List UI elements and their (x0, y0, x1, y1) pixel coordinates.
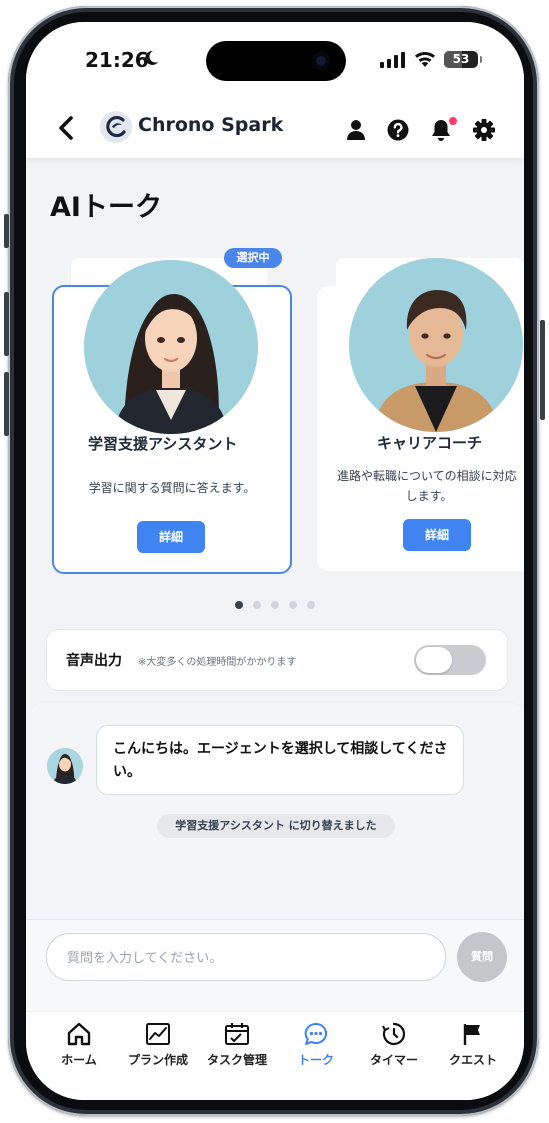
question-input-wrapper (46, 933, 446, 982)
calendar-icon (225, 1023, 249, 1045)
action-button (4, 214, 9, 248)
tab-tasks[interactable]: タスク管理 (197, 1012, 277, 1072)
voice-output-note: ※大変多くの処理時間がかかります (138, 657, 297, 668)
man-portrait-icon (349, 258, 523, 432)
camera-icon (312, 52, 330, 70)
agent-description: 進路や転職についての相談に対応 します。 (337, 466, 524, 506)
detail-button[interactable]: 詳細 (137, 521, 205, 553)
chat-icon (304, 1022, 328, 1045)
notification-dot (449, 117, 457, 125)
status-bar: 21:26 53 (26, 22, 524, 102)
chat-message-bubble: こんにちは。エージェントを選択して相談してください。 (96, 725, 464, 795)
tab-label: タスク管理 (206, 1053, 267, 1067)
agent-name: 学習支援アシスタント (88, 435, 238, 453)
carousel-dot[interactable] (271, 601, 279, 609)
tab-timer[interactable]: タイマー (354, 1012, 434, 1072)
battery-indicator: 53 (444, 51, 482, 68)
dynamic-island (206, 41, 346, 81)
selected-badge: 選択中 (224, 248, 282, 268)
wifi-icon (415, 51, 435, 67)
carousel-dot[interactable] (307, 601, 315, 609)
flag-icon (463, 1024, 480, 1045)
bottom-tab-bar: ホーム プラン作成 タスク管理 トーク タイマー クエスト (26, 1011, 524, 1100)
agent-avatar-man (349, 258, 523, 432)
chart-icon (146, 1023, 170, 1045)
tab-home[interactable]: ホーム (39, 1012, 119, 1072)
agent-card-career-coach[interactable]: キャリアコーチ 進路や転職についての相談に対応 します。 詳細 (317, 258, 524, 571)
moon-icon (145, 50, 158, 65)
cellular-signal-icon (380, 52, 405, 68)
tab-talk[interactable]: トーク (276, 1012, 356, 1072)
voice-output-label: 音声出力 (66, 653, 122, 669)
assistant-avatar (47, 748, 83, 784)
system-message: 学習支援アシスタント に切り替えました (157, 814, 395, 838)
help-icon[interactable] (387, 119, 409, 141)
carousel-dot[interactable] (235, 601, 243, 609)
gear-icon[interactable] (473, 119, 495, 141)
composer: 質問 (26, 919, 524, 1012)
voice-output-card: 音声出力 ※大変多くの処理時間がかかります (46, 629, 508, 691)
agent-name: キャリアコーチ (377, 434, 483, 452)
back-icon[interactable] (56, 114, 76, 142)
profile-icon[interactable] (346, 119, 366, 141)
question-input[interactable] (65, 934, 439, 982)
chat-message-text: こんにちは。エージェントを選択して相談してください。 (113, 741, 448, 780)
volume-up-button (4, 292, 9, 356)
battery-level: 53 (452, 52, 470, 66)
agent-description-line-2: します。 (405, 489, 453, 503)
carousel-dot[interactable] (289, 601, 297, 609)
tab-label: クエスト (448, 1053, 497, 1067)
agent-card-study-assistant[interactable]: 学習支援アシスタント 学習に関する質問に答えます。 詳細 (52, 260, 292, 574)
swirl-icon (106, 115, 126, 138)
brand-logo (100, 111, 132, 143)
agent-description: 学習に関する質問に答えます。 (88, 481, 256, 495)
brand-name: Chrono Spark (138, 114, 284, 136)
tab-label: タイマー (369, 1053, 418, 1067)
carousel-dot[interactable] (253, 601, 261, 609)
toggle-knob (416, 647, 452, 673)
volume-down-button (4, 372, 9, 436)
timer-icon (382, 1022, 406, 1046)
screen: 21:26 53 Chrono Spark AIトーク 学習支援アシスタント 学… (26, 22, 524, 1100)
power-button (540, 320, 545, 420)
detail-button[interactable]: 詳細 (403, 519, 471, 551)
tab-label: トーク (297, 1053, 334, 1067)
status-time: 21:26 (85, 48, 149, 72)
send-button[interactable]: 質問 (457, 932, 507, 982)
home-icon (67, 1022, 91, 1046)
agent-description-line-1: 進路や転職についての相談に対応 (337, 469, 517, 483)
tab-plan[interactable]: プラン作成 (118, 1012, 198, 1072)
tab-label: ホーム (61, 1053, 97, 1067)
tab-label: プラン作成 (127, 1053, 188, 1067)
agent-avatar-woman (84, 260, 258, 434)
tab-quest[interactable]: クエスト (433, 1012, 513, 1072)
app-header: Chrono Spark (26, 102, 524, 158)
woman-portrait-icon (84, 260, 258, 434)
voice-output-toggle[interactable] (414, 645, 486, 675)
woman-portrait-icon (47, 748, 83, 784)
page-title: AIトーク (50, 192, 162, 223)
